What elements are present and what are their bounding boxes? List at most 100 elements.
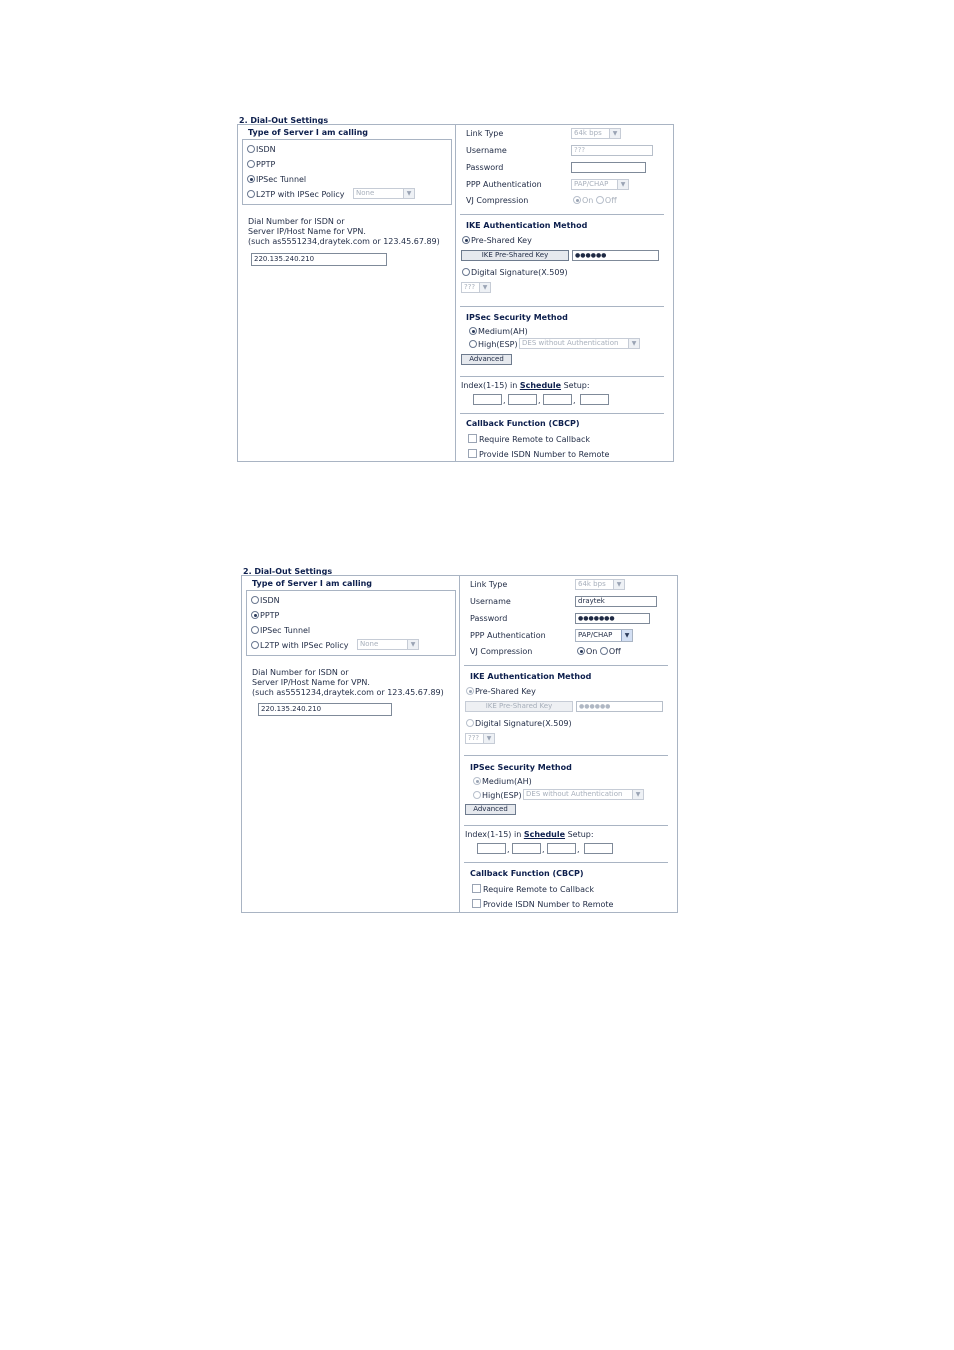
digital-signature-select[interactable]: ??? ▼ [461,282,491,293]
radio-button-selected-icon[interactable] [473,777,481,785]
radio-pptp[interactable]: PPTP [247,160,275,170]
radio-button-selected-icon[interactable] [247,175,255,183]
checkbox-icon[interactable] [468,434,477,443]
comma-separator: , [507,845,510,854]
ppp-auth-label: PPP Authentication [470,631,546,640]
radio-button-selected-icon[interactable] [577,647,585,655]
radio-medium-ah[interactable]: Medium(AH) [469,327,528,337]
radio-button-icon[interactable] [251,626,259,634]
schedule-index-input[interactable] [584,843,613,854]
dial-label-line1: Dial Number for ISDN or [252,668,349,677]
radio-button-icon[interactable] [462,268,470,276]
link-type-select[interactable]: 64k bps ▼ [575,579,625,590]
ipsec-security-heading: IPSec Security Method [470,763,572,772]
password-input[interactable] [571,162,646,173]
require-callback-checkbox[interactable]: Require Remote to Callback [472,884,594,895]
radio-isdn[interactable]: ISDN [247,145,276,155]
l2tp-policy-select[interactable]: None ▼ [357,639,419,650]
schedule-index-input[interactable] [580,394,609,405]
radio-button-icon[interactable] [247,190,255,198]
ike-pre-shared-key-button[interactable]: IKE Pre-Shared Key [465,701,573,712]
server-type-group: ISDN PPTP IPSec Tunnel L2TP with IPSec P… [246,590,456,656]
pre-shared-key-input[interactable]: ●●●●●● [576,701,663,712]
schedule-index-fields: , , , [477,843,617,857]
schedule-link[interactable]: Schedule [524,830,565,839]
dial-number-input[interactable]: 220.135.240.210 [251,253,387,266]
radio-pre-shared-key[interactable]: Pre-Shared Key [466,687,536,697]
ike-heading: IKE Authentication Method [470,672,592,681]
radio-button-icon[interactable] [595,196,604,204]
radio-button-icon[interactable] [466,719,474,727]
ike-pre-shared-key-button[interactable]: IKE Pre-Shared Key [461,250,569,261]
schedule-index-label: Index(1-15) in Schedule Setup: [461,381,590,390]
radio-high-esp[interactable]: High(ESP) [473,791,522,801]
ipsec-security-heading: IPSec Security Method [466,313,568,322]
radio-digital-signature[interactable]: Digital Signature(X.509) [462,268,568,278]
checkbox-icon[interactable] [468,449,477,458]
vj-compression-label: VJ Compression [466,196,529,205]
radio-digital-signature[interactable]: Digital Signature(X.509) [466,719,572,729]
ppp-auth-select[interactable]: PAP/CHAP ▼ [571,179,629,190]
high-esp-select[interactable]: DES without Authentication ▼ [523,789,644,800]
ppp-auth-select[interactable]: PAP/CHAP ▼ [575,629,633,642]
radio-button-icon[interactable] [247,160,255,168]
username-label: Username [466,146,507,155]
provide-isdn-checkbox[interactable]: Provide ISDN Number to Remote [472,899,613,910]
username-input[interactable]: ??? [571,145,653,156]
password-input[interactable]: ●●●●●●● [575,613,650,624]
schedule-index-input[interactable] [473,394,502,405]
schedule-index-input[interactable] [547,843,576,854]
radio-l2tp[interactable]: L2TP with IPSec Policy [247,190,344,200]
schedule-link[interactable]: Schedule [520,381,561,390]
dial-label-line3: (such as5551234,draytek.com or 123.45.67… [248,237,440,246]
provide-isdn-checkbox[interactable]: Provide ISDN Number to Remote [468,449,609,460]
radio-button-selected-icon[interactable] [251,611,259,619]
link-type-select[interactable]: 64k bps ▼ [571,128,621,139]
checkbox-icon[interactable] [472,899,481,908]
password-label: Password [466,163,504,172]
vj-compression-radios[interactable]: On Off [577,647,621,657]
ike-heading: IKE Authentication Method [466,221,588,230]
dial-label-line3: (such as5551234,draytek.com or 123.45.67… [252,688,444,697]
vj-compression-radios[interactable]: On Off [573,196,617,206]
radio-pre-shared-key[interactable]: Pre-Shared Key [462,236,532,246]
advanced-button[interactable]: Advanced [461,354,512,365]
radio-button-selected-icon[interactable] [462,236,470,244]
require-callback-checkbox[interactable]: Require Remote to Callback [468,434,590,445]
radio-button-icon[interactable] [251,641,259,649]
comma-separator: , [577,845,580,854]
radio-button-icon[interactable] [473,791,481,799]
digital-signature-select[interactable]: ??? ▼ [465,733,495,744]
radio-pptp[interactable]: PPTP [251,611,279,621]
pre-shared-key-input[interactable]: ●●●●●● [572,250,659,261]
checkbox-icon[interactable] [472,884,481,893]
high-esp-select[interactable]: DES without Authentication ▼ [519,338,640,349]
username-input[interactable]: draytek [575,596,657,607]
radio-button-selected-icon[interactable] [573,196,581,204]
radio-button-icon[interactable] [469,340,477,348]
radio-button-icon[interactable] [251,596,259,604]
radio-isdn[interactable]: ISDN [251,596,280,606]
schedule-index-input[interactable] [543,394,572,405]
divider [460,413,664,414]
radio-high-esp[interactable]: High(ESP) [469,340,518,350]
l2tp-policy-select[interactable]: None ▼ [353,188,415,199]
radio-button-icon[interactable] [247,145,255,153]
right-column: Link Type 64k bps ▼ Username draytek Pass… [464,576,676,912]
chevron-down-icon: ▼ [617,180,628,189]
schedule-index-input[interactable] [512,843,541,854]
radio-ipsec-tunnel[interactable]: IPSec Tunnel [247,175,306,185]
advanced-button[interactable]: Advanced [465,804,516,815]
radio-button-selected-icon[interactable] [469,327,477,335]
chevron-down-icon: ▼ [621,630,632,641]
radio-button-icon[interactable] [599,647,608,655]
radio-l2tp[interactable]: L2TP with IPSec Policy [251,641,348,651]
chevron-down-icon: ▼ [628,339,639,348]
radio-ipsec-tunnel[interactable]: IPSec Tunnel [251,626,310,636]
dial-number-input[interactable]: 220.135.240.210 [258,703,392,716]
radio-medium-ah[interactable]: Medium(AH) [473,777,532,787]
radio-button-selected-icon[interactable] [466,687,474,695]
password-label: Password [470,614,508,623]
schedule-index-input[interactable] [477,843,506,854]
schedule-index-input[interactable] [508,394,537,405]
